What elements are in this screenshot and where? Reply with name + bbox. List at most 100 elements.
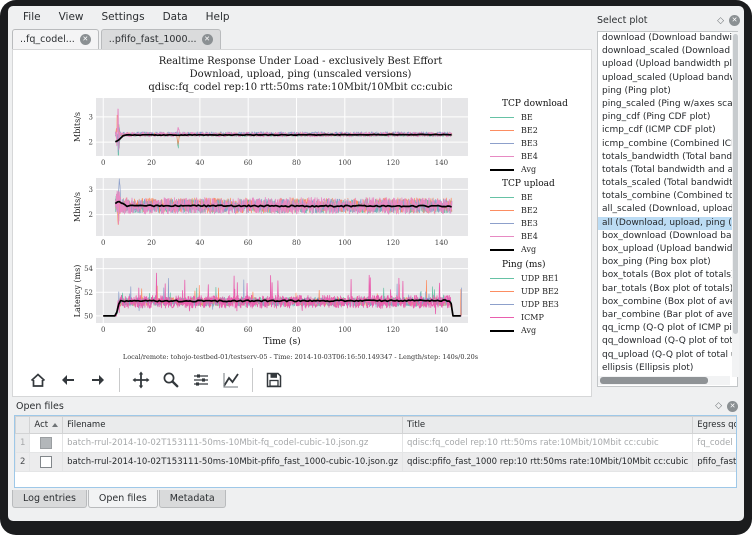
legend-title: TCP download <box>476 99 596 109</box>
vscrollbar-handle[interactable] <box>733 34 738 334</box>
subplots-icon[interactable] <box>188 367 214 393</box>
legend-ping: Ping (ms)UDP BE1UDP BE2UDP BE3ICMPAvg <box>476 260 596 337</box>
legend-entry-avg: Avg <box>476 324 596 337</box>
plot-list-item-totals_scaled[interactable]: totals_scaled (Total bandwidth and avera… <box>598 177 737 190</box>
plot-list-item-totals[interactable]: totals (Total bandwidth and average ping… <box>598 164 737 177</box>
plot-list-item-all_scaled[interactable]: all_scaled (Download, upload, ping (scal… <box>598 203 737 216</box>
svg-text:0: 0 <box>101 159 105 167</box>
plot-list-item-bar_totals[interactable]: bar_totals (Box plot of totals) <box>598 283 737 296</box>
active-checkbox-cell[interactable] <box>30 434 63 453</box>
plot-list-item-icmp_combine[interactable]: icmp_combine (Combined ICMP ping plot) <box>598 138 737 151</box>
plot-list-item-ellipsis[interactable]: ellipsis (Ellipsis plot) <box>598 362 737 375</box>
table-row[interactable]: 2batch-rrul-2014-10-02T153111-50ms-10Mbi… <box>16 453 738 472</box>
plot-list-item-totals_bandwidth[interactable]: totals_bandwidth (Total bandwidth) <box>598 151 737 164</box>
svg-text:120: 120 <box>386 239 399 247</box>
svg-text:3: 3 <box>89 186 93 194</box>
legend-label: BE2 <box>521 206 538 215</box>
legend-entry-udp-be1: UDP BE1 <box>476 272 596 285</box>
plot-list-item-qq_icmp[interactable]: qq_icmp (Q-Q plot of ICMP pings) <box>598 322 737 335</box>
svg-text:3: 3 <box>89 113 93 121</box>
legend-tcp-upload: TCP uploadBEBE2BE3BE4Avg <box>476 179 596 256</box>
hscrollbar-handle[interactable] <box>600 377 708 384</box>
zoom-icon[interactable] <box>158 367 184 393</box>
svg-text:40: 40 <box>195 239 204 247</box>
legend-label: BE4 <box>521 152 538 161</box>
menu-data[interactable]: Data <box>154 9 197 25</box>
svg-text:120: 120 <box>386 159 399 167</box>
plot-list-item-download_scaled[interactable]: download_scaled (Download bandwidth w/ax… <box>598 45 737 58</box>
plot-list-item-totals_combine[interactable]: totals_combine (Combined total bandwidth… <box>598 190 737 203</box>
svg-text:80: 80 <box>292 326 301 334</box>
menu-settings[interactable]: Settings <box>93 9 154 25</box>
svg-text:80: 80 <box>292 239 301 247</box>
bottom-tab-bar: Log entriesOpen filesMetadata <box>12 490 227 509</box>
close-panel-icon[interactable]: ✕ <box>727 401 738 412</box>
plot-list-item-box_combine[interactable]: box_combine (Box plot of averages of sev… <box>598 296 737 309</box>
column-header-title[interactable]: Title <box>402 417 692 434</box>
legend-entry-be: BE <box>476 191 596 204</box>
select-plot-panel: Select plot ◇ ✕ download (Download bandw… <box>597 12 740 398</box>
bottom-tab-log-entries[interactable]: Log entries <box>12 490 87 508</box>
tab-fq-codel[interactable]: ..fq_codel...✕ <box>12 29 99 49</box>
plot-list-item-box_ping[interactable]: box_ping (Ping box plot) <box>598 256 737 269</box>
chart-tcp-download: 02040608010012014023Mbits/sTCP downloadB… <box>96 98 468 156</box>
save-icon[interactable] <box>261 367 287 393</box>
chart-canvas-tcp-download: 02040608010012014023 <box>96 98 468 156</box>
svg-text:120: 120 <box>386 326 399 334</box>
svg-text:20: 20 <box>147 239 156 247</box>
plot-list-item-icmp_cdf[interactable]: icmp_cdf (ICMP CDF plot) <box>598 124 737 137</box>
tab-pfifo-fast-1000[interactable]: ..pfifo_fast_1000...✕ <box>101 29 221 49</box>
active-checkbox[interactable] <box>40 456 52 468</box>
plot-list-item-all[interactable]: all (Download, upload, ping (unscaled ve… <box>598 217 737 230</box>
plot-list-item-box_totals[interactable]: box_totals (Box plot of totals) <box>598 269 737 282</box>
bottom-tab-open-files[interactable]: Open files <box>88 490 158 508</box>
legend-label: BE4 <box>521 232 538 241</box>
column-header-filename[interactable]: Filename <box>63 417 403 434</box>
plot-list-item-upload[interactable]: upload (Upload bandwidth plot) <box>598 58 737 71</box>
active-checkbox[interactable] <box>40 437 52 449</box>
legend-line-swatch <box>490 210 514 211</box>
menu-view[interactable]: View <box>50 9 93 25</box>
plot-list-item-box_upload[interactable]: box_upload (Upload bandwidth box plot) <box>598 243 737 256</box>
plot-list-item-qq_download[interactable]: qq_download (Q-Q plot of total download) <box>598 335 737 348</box>
float-panel-icon[interactable]: ◇ <box>715 401 722 411</box>
plot-list-item-box_download[interactable]: box_download (Download bandwidth box plo… <box>598 230 737 243</box>
column-header-act[interactable]: Act <box>30 417 63 434</box>
legend-label: BE <box>521 193 533 202</box>
table-row[interactable]: 1batch-rrul-2014-10-02T153111-50ms-10Mbi… <box>16 434 738 453</box>
bottom-tab-metadata[interactable]: Metadata <box>159 490 226 508</box>
legend-label: Avg <box>521 165 536 174</box>
plot-list-item-ping[interactable]: ping (Ping plot) <box>598 85 737 98</box>
plot-list-hscrollbar[interactable] <box>598 376 730 385</box>
axes-edit-icon[interactable] <box>218 367 244 393</box>
open-files-table: ActFilenameTitleEgress qdisc1batch-rrul-… <box>15 416 737 472</box>
legend-entry-be2: BE2 <box>476 204 596 217</box>
plot-list-item-bar_combine[interactable]: bar_combine (Bar plot of averages of sev… <box>598 309 737 322</box>
menu-help[interactable]: Help <box>197 9 239 25</box>
svg-text:20: 20 <box>147 159 156 167</box>
plot-list-item-ping_cdf[interactable]: ping_cdf (Ping CDF plot) <box>598 111 737 124</box>
plot-list-item-ping_scaled[interactable]: ping_scaled (Ping w/axes scaled to remov… <box>598 98 737 111</box>
float-panel-icon[interactable]: ◇ <box>717 16 724 26</box>
home-icon[interactable] <box>25 367 51 393</box>
plot-list-item-upload_scaled[interactable]: upload_scaled (Upload bandwidth w/axes s… <box>598 72 737 85</box>
legend-entry-be: BE <box>476 111 596 124</box>
plot-list-item-download[interactable]: download (Download bandwidth plot) <box>598 32 737 45</box>
active-checkbox-cell[interactable] <box>30 453 63 472</box>
plot-list-item-qq_upload[interactable]: qq_upload (Q-Q plot of total upload band… <box>598 349 737 362</box>
menu-file[interactable]: File <box>14 9 50 25</box>
forward-icon[interactable] <box>85 367 111 393</box>
chart-canvas-ping: 020406080100120140505254 <box>96 258 468 323</box>
row-number-header <box>16 417 30 434</box>
pan-icon[interactable] <box>128 367 154 393</box>
open-files-table-container: ActFilenameTitleEgress qdisc1batch-rrul-… <box>14 415 737 488</box>
plot-list-vscrollbar[interactable] <box>732 32 739 377</box>
figure-title-line-1: Realtime Response Under Load - exclusive… <box>13 55 588 68</box>
legend-line-swatch <box>490 223 514 224</box>
back-icon[interactable] <box>55 367 81 393</box>
tab-close-icon[interactable]: ✕ <box>80 34 91 45</box>
tab-close-icon[interactable]: ✕ <box>202 34 213 45</box>
plot-list: download (Download bandwidth plot)downlo… <box>597 31 738 387</box>
close-panel-icon[interactable]: ✕ <box>729 15 740 26</box>
column-header-egress-qdisc[interactable]: Egress qdisc <box>693 417 737 434</box>
